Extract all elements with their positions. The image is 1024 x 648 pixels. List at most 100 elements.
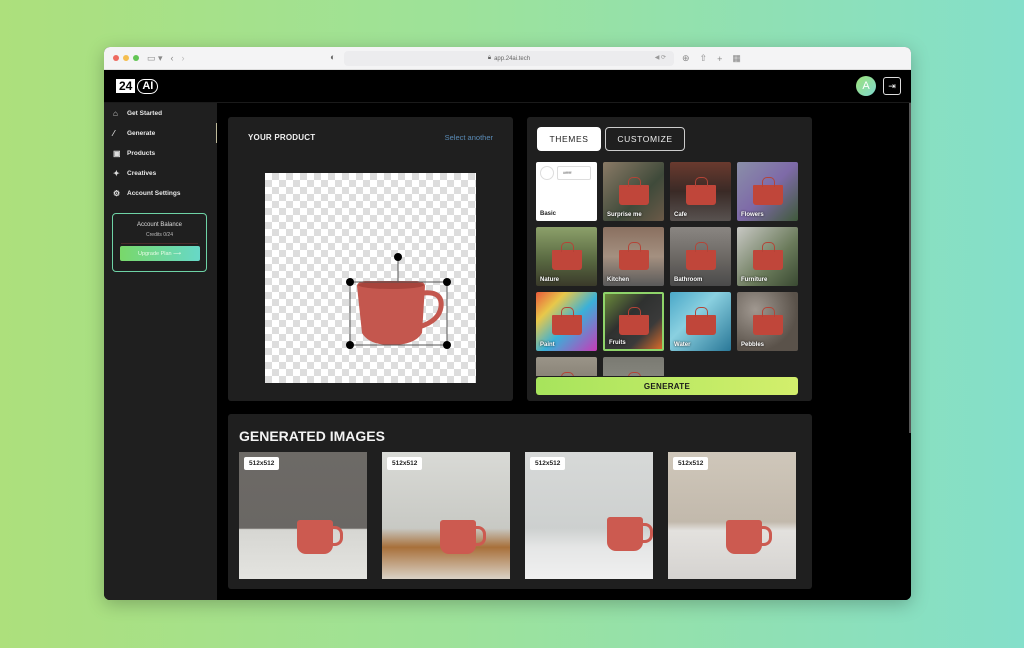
theme-label: Furniture: [741, 277, 768, 283]
product-transform-overlay: [346, 253, 451, 349]
logout-button[interactable]: ⇥: [883, 77, 901, 95]
theme-tile-bathroom[interactable]: Bathroom: [670, 227, 731, 286]
theme-grid: #ffffff Basic Surprise me Cafe Flowers Nature…: [536, 162, 800, 376]
briefcase-icon: ▣: [113, 148, 121, 158]
image-size-badge: 512x512: [387, 457, 423, 470]
generated-images-panel: GENERATED IMAGES 512x512 512x512 512x512 51…: [228, 414, 812, 589]
address-bar[interactable]: 🔒︎ app.24ai.tech ◀︎ ⟳: [344, 51, 674, 66]
forward-icon[interactable]: ›: [182, 53, 185, 63]
resize-handle-bottom-right[interactable]: [443, 341, 451, 349]
theme-tile-fruits[interactable]: Fruits: [603, 292, 664, 351]
theme-tile-kitchen[interactable]: Kitchen: [603, 227, 664, 286]
color-swatch: [540, 166, 554, 180]
gear-icon: ⚙: [113, 188, 121, 198]
theme-tile-furniture[interactable]: Furniture: [737, 227, 798, 286]
theme-tile-flowers[interactable]: Flowers: [737, 162, 798, 221]
theme-tile-nature[interactable]: Nature: [536, 227, 597, 286]
theme-tile-more-13[interactable]: [603, 357, 664, 376]
sparkles-icon: ✦: [113, 168, 120, 178]
sidebar-item-label: Generate: [127, 129, 156, 137]
sidebar-item-account-settings[interactable]: ⚙ Account Settings: [104, 183, 217, 203]
sidebar-item-get-started[interactable]: ⌂ Get Started: [104, 103, 217, 123]
logout-icon: ⇥: [888, 80, 896, 91]
theme-label: Flowers: [741, 212, 764, 218]
bag-preview-image: [685, 177, 716, 206]
sidebar-item-label: Products: [127, 149, 156, 157]
logo-ai: AI: [137, 78, 159, 94]
maximize-window-button[interactable]: [133, 55, 139, 61]
product-panel-title: YOUR PRODUCT: [248, 133, 316, 142]
theme-label: Basic: [540, 211, 557, 217]
product-mug-image[interactable]: [357, 281, 444, 345]
bag-preview-image: [618, 177, 649, 206]
url-text: app.24ai.tech: [494, 55, 531, 62]
product-canvas[interactable]: [265, 173, 476, 383]
theme-tile-paint[interactable]: Paint: [536, 292, 597, 351]
theme-tile-more-12[interactable]: [536, 357, 597, 376]
privacy-shield-icon[interactable]: ◐: [330, 52, 335, 62]
theme-tile-water[interactable]: Water: [670, 292, 731, 351]
theme-label: Nature: [540, 277, 560, 283]
product-panel: YOUR PRODUCT Select another: [228, 117, 513, 401]
mug-in-scene: [440, 520, 486, 554]
generated-images-title: GENERATED IMAGES: [239, 428, 385, 444]
audio-reload-icons[interactable]: ◀︎ ⟳: [655, 51, 666, 66]
logo-24: 24: [116, 79, 136, 93]
theme-label: Cafe: [674, 212, 688, 218]
sidebar-item-creatives[interactable]: ✦ Creatives: [104, 163, 217, 183]
tab-themes[interactable]: THEMES: [537, 127, 601, 151]
tab-overview-icon[interactable]: ▦: [732, 53, 741, 64]
resize-handle-top-left[interactable]: [346, 278, 354, 286]
app-header: 24 AI A ⇥: [104, 70, 911, 103]
close-window-button[interactable]: [113, 55, 119, 61]
rotate-handle[interactable]: [394, 253, 402, 261]
minimize-window-button[interactable]: [123, 55, 129, 61]
window-controls: [113, 55, 139, 61]
browser-window: ▭ ▾ ‹ › ◐ 🔒︎ app.24ai.tech ◀︎ ⟳ ⊕ ⇧ + ▦ …: [104, 47, 911, 600]
magic-wand-icon: ⁄: [113, 128, 115, 138]
bag-preview-image: [685, 242, 716, 271]
theme-label: Water: [674, 342, 691, 348]
image-size-badge: 512x512: [530, 457, 566, 470]
resize-handle-bottom-left[interactable]: [346, 341, 354, 349]
theme-label: Kitchen: [607, 277, 630, 283]
bag-preview-image: [752, 242, 783, 271]
image-size-badge: 512x512: [244, 457, 280, 470]
color-hex-field: #ffffff: [557, 166, 591, 180]
upgrade-plan-button[interactable]: Upgrade Plan ⟶: [119, 246, 200, 261]
sidebar-item-label: Get Started: [127, 109, 163, 117]
page-scrollbar[interactable]: [909, 103, 911, 433]
bag-preview-image: [618, 306, 649, 335]
share-icon[interactable]: ⇧: [700, 53, 708, 64]
themes-panel: THEMES CUSTOMIZE #ffffff Basic Surprise me…: [527, 117, 812, 401]
balance-title: Account Balance: [136, 222, 183, 228]
generated-image[interactable]: 512x512: [239, 452, 367, 579]
generate-button[interactable]: GENERATE: [536, 377, 798, 395]
tab-customize[interactable]: CUSTOMIZE: [605, 127, 685, 151]
back-icon[interactable]: ‹: [171, 53, 174, 63]
theme-tile-cafe[interactable]: Cafe: [670, 162, 731, 221]
main-content: YOUR PRODUCT Select another THEMES CUSTO…: [217, 103, 911, 600]
resize-handle-top-right[interactable]: [443, 278, 451, 286]
account-balance-card: Account Balance Credits 0/24 Upgrade Pla…: [112, 213, 207, 272]
avatar[interactable]: A: [856, 76, 876, 96]
theme-tile-pebbles[interactable]: Pebbles: [737, 292, 798, 351]
sidebar-item-label: Account Settings: [127, 189, 181, 197]
sidebar-item-generate[interactable]: ⁄ Generate: [104, 123, 217, 143]
download-icon[interactable]: ⊕: [682, 53, 690, 64]
select-another-link[interactable]: Select another: [445, 133, 493, 142]
new-tab-icon[interactable]: +: [717, 54, 722, 64]
theme-tile-surprise-me[interactable]: Surprise me: [603, 162, 664, 221]
generated-image[interactable]: 512x512: [668, 452, 796, 579]
mug-in-scene: [297, 520, 343, 554]
sidebar-item-products[interactable]: ▣ Products: [104, 143, 217, 163]
credits-count: Credits 0/24: [146, 232, 173, 238]
sidebar: ⌂ Get Started ⁄ Generate ▣ Products ✦ Creati…: [104, 103, 217, 600]
logo[interactable]: 24 AI: [116, 78, 159, 94]
theme-label: Paint: [540, 342, 555, 348]
generated-image[interactable]: 512x512: [525, 452, 653, 579]
sidebar-toggle-icon[interactable]: ▭ ▾: [147, 53, 163, 64]
theme-tile-basic[interactable]: #ffffff Basic: [536, 162, 597, 221]
generated-image[interactable]: 512x512: [382, 452, 510, 579]
theme-label: Surprise me: [607, 212, 642, 218]
